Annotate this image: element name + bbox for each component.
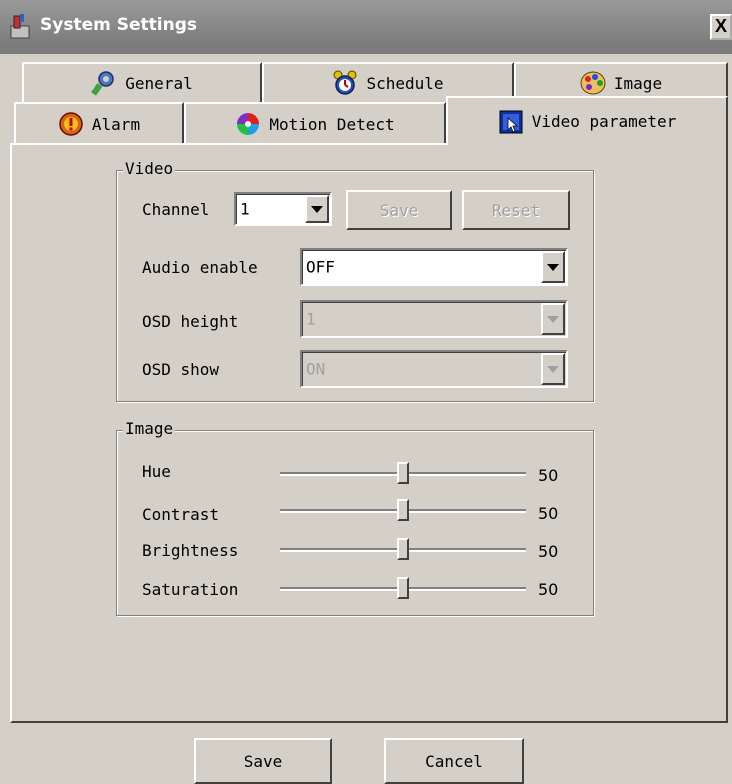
hue-value: 50	[538, 466, 559, 485]
hue-label: Hue	[142, 462, 171, 481]
contrast-value: 50	[538, 504, 559, 523]
tab-alarm[interactable]: Alarm	[14, 102, 184, 144]
osd-height-select[interactable]: 1	[300, 300, 568, 338]
video-group-legend: Video	[123, 159, 176, 178]
save-button-footer-label: Save	[243, 751, 283, 771]
tab-general-label: General	[125, 73, 193, 93]
audio-enable-value: OFF	[306, 257, 335, 277]
tab-video-parameter[interactable]: Video parameter	[446, 96, 728, 145]
wrench-icon	[91, 71, 115, 96]
video-parameter-icon	[499, 110, 523, 133]
window-title: System Settings	[40, 15, 197, 35]
brightness-slider[interactable]	[280, 537, 526, 563]
audio-enable-label: Audio enable	[142, 258, 258, 277]
tab-general[interactable]: General	[22, 62, 262, 102]
osd-show-label: OSD show	[142, 360, 220, 379]
color-wheel-icon	[237, 113, 260, 135]
alarm-icon	[59, 112, 83, 136]
reset-button-label: Reset	[491, 200, 541, 220]
slider-thumb[interactable]	[397, 577, 409, 599]
channel-select[interactable]: 1	[234, 192, 332, 226]
cancel-button-label: Cancel	[425, 751, 483, 771]
chevron-down-icon[interactable]	[305, 195, 329, 223]
chevron-down-icon[interactable]	[541, 303, 565, 335]
title-bar[interactable]: System Settings X	[0, 0, 732, 54]
app-icon	[10, 14, 30, 39]
save-button-video[interactable]: Save	[346, 190, 452, 230]
contrast-slider[interactable]	[280, 498, 526, 524]
cancel-button[interactable]: Cancel	[384, 738, 524, 784]
save-button[interactable]: Save	[194, 738, 332, 784]
tab-motion-detect-label: Motion Detect	[269, 114, 395, 134]
osd-show-value: ON	[306, 359, 326, 379]
reset-button[interactable]: Reset	[462, 190, 570, 230]
palette-icon	[580, 71, 606, 95]
channel-value: 1	[240, 199, 250, 219]
hue-slider[interactable]	[280, 461, 526, 487]
saturation-value: 50	[538, 580, 559, 599]
brightness-label: Brightness	[142, 541, 239, 560]
chevron-down-icon[interactable]	[541, 353, 565, 385]
slider-thumb[interactable]	[397, 538, 409, 560]
save-button-label: Save	[379, 200, 419, 220]
tab-image-label: Image	[613, 73, 663, 93]
channel-label: Channel	[142, 200, 210, 219]
contrast-label: Contrast	[142, 505, 220, 524]
alarm-clock-icon	[333, 70, 357, 95]
saturation-label: Saturation	[142, 580, 239, 599]
audio-enable-select[interactable]: OFF	[300, 248, 568, 286]
system-settings-window: System Settings X General Schedule Image	[0, 0, 732, 784]
close-button[interactable]: X	[710, 14, 732, 40]
osd-height-value: 1	[306, 309, 316, 329]
osd-height-label: OSD height	[142, 312, 239, 331]
tab-motion-detect[interactable]: Motion Detect	[184, 102, 446, 144]
slider-thumb[interactable]	[397, 462, 409, 484]
osd-show-select[interactable]: ON	[300, 350, 568, 388]
brightness-value: 50	[538, 542, 559, 561]
slider-thumb[interactable]	[397, 499, 409, 521]
tab-alarm-label: Alarm	[91, 114, 141, 134]
saturation-slider[interactable]	[280, 576, 526, 602]
tab-schedule-label: Schedule	[366, 73, 444, 93]
image-group-legend: Image	[123, 419, 176, 438]
chevron-down-icon[interactable]	[541, 251, 565, 283]
tab-video-parameter-label: Video parameter	[531, 112, 677, 131]
